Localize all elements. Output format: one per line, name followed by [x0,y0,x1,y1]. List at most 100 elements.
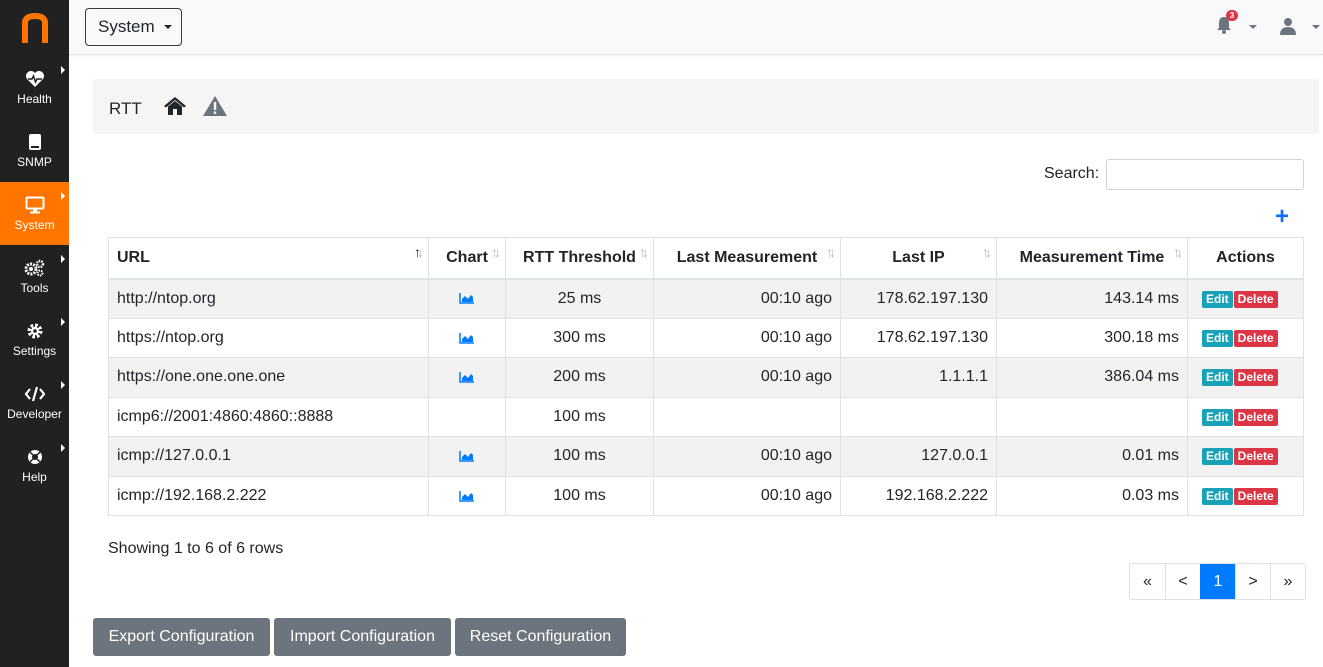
logo-icon [21,13,48,43]
caret-right-icon [61,255,65,263]
delete-button[interactable]: Delete [1233,487,1278,505]
column-header-measurement-time[interactable]: Measurement Time ↑↓ [996,237,1188,280]
chart-icon[interactable] [459,290,475,307]
column-header-chart[interactable]: Chart ↑↓ [428,237,506,280]
edit-button[interactable]: Edit [1202,487,1233,505]
cell-last-measurement [653,396,841,437]
column-header-url[interactable]: URL ↑↓ [108,237,429,280]
caret-right-icon [61,444,65,452]
cell-url: http://ntop.org [108,278,429,319]
sidebar-item-tools[interactable]: Tools [0,245,69,308]
user-icon[interactable] [1280,17,1296,35]
delete-button[interactable]: Delete [1233,448,1278,466]
edit-button[interactable]: Edit [1202,290,1233,308]
cell-chart [428,436,506,477]
edit-button[interactable]: Edit [1202,329,1233,347]
cell-measurement-time: 300.18 ms [996,317,1188,358]
cogs-icon [24,259,44,276]
desktop-icon [25,196,44,213]
system-dropdown[interactable]: System [85,8,182,46]
cell-measurement-time: 0.01 ms [996,436,1188,477]
pagination-info: Showing 1 to 6 of 6 rows [108,540,284,557]
sort-icon[interactable]: ↑↓ [414,244,424,260]
table-row: icmp6://2001:4860:4860::8888 100 ms Edit De… [108,396,1304,437]
page-number[interactable]: 1 [1200,564,1235,599]
chart-icon[interactable] [459,487,475,504]
search-label: Search: [1044,165,1100,182]
caret-down-icon[interactable] [1312,25,1320,29]
chart-icon[interactable] [459,368,475,385]
device-icon [28,133,41,150]
delete-button[interactable]: Delete [1233,290,1278,308]
caret-right-icon [61,66,65,74]
edit-button[interactable]: Edit [1202,448,1233,466]
chart-icon[interactable] [459,447,475,464]
cell-last-measurement: 00:10 ago [653,317,841,358]
page-next[interactable]: > [1235,564,1270,599]
warning-icon[interactable] [202,95,228,117]
edit-button[interactable]: Edit [1202,408,1233,426]
sort-icon[interactable]: ↑↓ [826,244,836,260]
cell-rtt-threshold: 100 ms [505,436,654,477]
sidebar-item-label: SNMP [17,154,52,169]
column-header-last-measurement[interactable]: Last Measurement ↑↓ [653,237,841,280]
home-icon[interactable] [163,96,187,116]
sort-icon[interactable]: ↑↓ [639,244,649,260]
cell-measurement-time: 143.14 ms [996,278,1188,319]
sidebar-item-system[interactable]: System [0,182,69,245]
sidebar-item-label: Settings [12,343,57,358]
add-icon[interactable]: + [1275,205,1289,229]
page-first[interactable]: « [1130,564,1165,599]
cell-url: https://ntop.org [108,317,429,358]
delete-button[interactable]: Delete [1233,408,1278,426]
export-configuration-button[interactable]: Export Configuration [93,618,270,656]
heartbeat-icon [25,70,44,87]
page-last[interactable]: » [1270,564,1305,599]
column-header-last-ip[interactable]: Last IP ↑↓ [840,237,997,280]
cell-last-ip: 1.1.1.1 [840,357,997,398]
sort-icon[interactable]: ↑↓ [1173,244,1183,260]
sidebar-item-settings[interactable]: Settings [0,308,69,371]
sort-icon[interactable]: ↑↓ [491,244,501,260]
caret-down-icon[interactable] [1249,25,1257,29]
cell-url: icmp://127.0.0.1 [108,436,429,477]
chart-icon[interactable] [459,329,475,346]
delete-button[interactable]: Delete [1233,329,1278,347]
search-input[interactable] [1106,159,1304,190]
page-header: RTT [93,79,1319,134]
cell-last-ip: 178.62.197.130 [840,278,997,319]
cell-actions: Edit Delete [1187,436,1304,477]
pagination: « < 1 > » [1129,563,1306,600]
import-configuration-button[interactable]: Import Configuration [274,618,451,656]
caret-down-icon [163,25,172,29]
sidebar-item-health[interactable]: Health [0,56,69,119]
ntopng-logo[interactable] [0,0,69,56]
cell-url: https://one.one.one.one [108,357,429,398]
life-ring-icon [27,449,42,464]
cell-actions: Edit Delete [1187,357,1304,398]
sort-icon[interactable]: ↑↓ [982,244,992,260]
cell-chart [428,396,506,437]
cell-chart [428,278,506,319]
code-icon [24,386,45,401]
sidebar-item-help[interactable]: Help [0,434,69,497]
edit-button[interactable]: Edit [1202,369,1233,387]
cell-actions: Edit Delete [1187,396,1304,437]
table-row: https://one.one.one.one 200 ms 00:10 ago 1.… [108,357,1304,398]
cell-actions: Edit Delete [1187,475,1304,516]
column-header-rtt-threshold[interactable]: RTT Threshold ↑↓ [505,237,654,280]
cell-last-measurement: 00:10 ago [653,278,841,319]
page-prev[interactable]: < [1165,564,1200,599]
top-navbar: System 3 [69,0,1323,55]
delete-button[interactable]: Delete [1233,369,1278,387]
table-row: icmp://192.168.2.222 100 ms 00:10 ago 192.1… [108,475,1304,516]
sidebar-item-label: System [14,217,55,232]
sidebar-item-developer[interactable]: Developer [0,371,69,434]
cell-last-measurement: 00:10 ago [653,436,841,477]
cell-measurement-time: 386.04 ms [996,357,1188,398]
sidebar-item-snmp[interactable]: SNMP [0,119,69,182]
caret-right-icon [61,192,65,200]
cog-icon [27,323,42,338]
table-row: icmp://127.0.0.1 100 ms 00:10 ago 127.0.0.1… [108,436,1304,477]
reset-configuration-button[interactable]: Reset Configuration [455,618,626,656]
